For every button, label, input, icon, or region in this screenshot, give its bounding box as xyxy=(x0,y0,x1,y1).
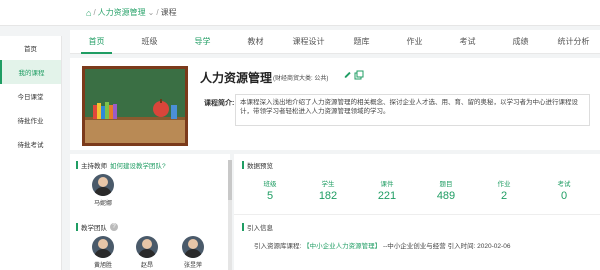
stat-value-exams[interactable]: 0 xyxy=(544,190,584,202)
team-help-link[interactable]: 如何建设教学团队? xyxy=(110,160,166,170)
top-bar: ⌂ / 人力资源管理 ⌄ / 课程 xyxy=(0,0,600,26)
edit-icon[interactable] xyxy=(343,70,352,80)
avatar xyxy=(182,236,204,258)
reference-suffix: --中小企业创业与经营 引入时间: 2020-02-06 xyxy=(382,243,511,250)
avatar xyxy=(92,174,114,196)
section-marker xyxy=(76,161,78,169)
teacher-card: 主持教师 如何建设教学团队? 马妮娜 教学团队 ? 黄旭胜 赵昂 张昱萍 xyxy=(70,154,230,270)
team-label: 教学团队 xyxy=(81,225,107,232)
breadcrumb-separator: / xyxy=(93,8,96,17)
stat-value-questions[interactable]: 489 xyxy=(426,190,466,202)
sidebar-item-home[interactable]: 首页 xyxy=(0,36,61,60)
stat-label-exams: 考试 xyxy=(557,181,571,188)
stat-label-students: 学生 xyxy=(321,181,335,188)
sidebar-item-my-courses[interactable]: 我的课程 xyxy=(0,60,61,84)
host-teacher[interactable]: 马妮娜 xyxy=(88,174,118,207)
question-icon[interactable]: ? xyxy=(110,223,118,231)
reference-title: 引入信息 xyxy=(247,225,273,232)
stat-value-homework[interactable]: 2 xyxy=(484,190,524,202)
stats-card: 数据预览 班级 5 学生 182 课件 221 题目 489 作业 2 考试 0… xyxy=(234,154,600,270)
breadcrumb-current: 课程 xyxy=(160,8,177,17)
team-member[interactable]: 张昱萍 xyxy=(178,236,208,269)
sidebar-item-pending-exams[interactable]: 待批考试 xyxy=(0,132,61,156)
reference-info: 引入资源库课程: 【中小企业人力资源管理】 --中小企业创业与经营 引入时间: … xyxy=(254,240,510,250)
divider xyxy=(234,214,600,215)
scrollbar[interactable] xyxy=(228,160,232,270)
stat-value-students[interactable]: 182 xyxy=(308,190,348,202)
stat-value-courseware[interactable]: 221 xyxy=(367,190,407,202)
section-marker xyxy=(76,223,78,231)
sidebar: 首页 我的课程 今日课堂 待批作业 待批考试 xyxy=(0,36,62,270)
tab-guide[interactable]: 导学 xyxy=(176,30,229,54)
reference-label: 引入资源库课程: xyxy=(254,243,302,250)
tab-statistics[interactable]: 统计分析 xyxy=(547,30,600,54)
course-intro-text: 本课程深入浅出地介绍了人力资源管理的相关概念、探讨企业人才选、用、育、留的奥秘，… xyxy=(235,94,590,126)
stats-header: 数据预览 xyxy=(242,160,273,170)
stat-label-questions: 题目 xyxy=(439,181,453,188)
team-member[interactable]: 赵昂 xyxy=(132,236,162,269)
breadcrumb-separator: / xyxy=(156,8,159,17)
course-info-card: 人力资源管理 (财经商贸大类: 公共) 课程简介: 本课程深入浅出地介绍了人力资… xyxy=(70,58,600,150)
scrollbar-thumb[interactable] xyxy=(228,160,232,200)
host-teacher-header: 主持教师 如何建设教学团队? xyxy=(76,160,166,170)
course-title: 人力资源管理 xyxy=(200,71,273,85)
breadcrumb: ⌂ / 人力资源管理 ⌄ / 课程 xyxy=(86,7,177,18)
reference-header: 引入信息 xyxy=(242,222,273,232)
stat-label-classes: 班级 xyxy=(263,181,277,188)
course-category: (财经商贸大类: 公共) xyxy=(273,76,329,82)
host-teacher-label: 主持教师 xyxy=(81,163,107,170)
course-cover-image xyxy=(82,66,188,146)
tab-grades[interactable]: 成绩 xyxy=(494,30,547,54)
section-marker xyxy=(242,223,244,231)
section-marker xyxy=(242,161,244,169)
tab-exam[interactable]: 考试 xyxy=(441,30,494,54)
chevron-down-icon[interactable]: ⌄ xyxy=(148,8,155,17)
team-header: 教学团队 ? xyxy=(76,222,118,232)
tab-home[interactable]: 首页 xyxy=(70,30,123,54)
stat-label-homework: 作业 xyxy=(497,181,511,188)
reference-course-link[interactable]: 【中小企业人力资源管理】 xyxy=(303,243,381,250)
sidebar-item-pending-homework[interactable]: 待批作业 xyxy=(0,108,61,132)
tab-textbook[interactable]: 教材 xyxy=(229,30,282,54)
copy-icon[interactable] xyxy=(354,70,364,80)
member-name: 黄旭胜 xyxy=(93,263,112,269)
tab-question-bank[interactable]: 题库 xyxy=(335,30,388,54)
home-icon[interactable]: ⌂ xyxy=(86,8,91,18)
stat-label-courseware: 课件 xyxy=(380,181,394,188)
tab-course-design[interactable]: 课程设计 xyxy=(282,30,335,54)
tab-homework[interactable]: 作业 xyxy=(388,30,441,54)
avatar xyxy=(136,236,158,258)
breadcrumb-course-link[interactable]: 人力资源管理 xyxy=(98,7,146,18)
teacher-name: 马妮娜 xyxy=(93,201,112,207)
team-member[interactable]: 黄旭胜 xyxy=(88,236,118,269)
avatar xyxy=(92,236,114,258)
course-tabs: 首页 班级 导学 教材 课程设计 题库 作业 考试 成绩 统计分析 xyxy=(70,30,600,54)
stats-title: 数据预览 xyxy=(247,163,273,170)
tab-classes[interactable]: 班级 xyxy=(123,30,176,54)
member-name: 赵昂 xyxy=(140,263,153,269)
sidebar-item-today-class[interactable]: 今日课堂 xyxy=(0,84,61,108)
course-intro-label: 课程简介: xyxy=(204,100,235,107)
member-name: 张昱萍 xyxy=(183,263,202,269)
stat-value-classes[interactable]: 5 xyxy=(250,190,290,202)
